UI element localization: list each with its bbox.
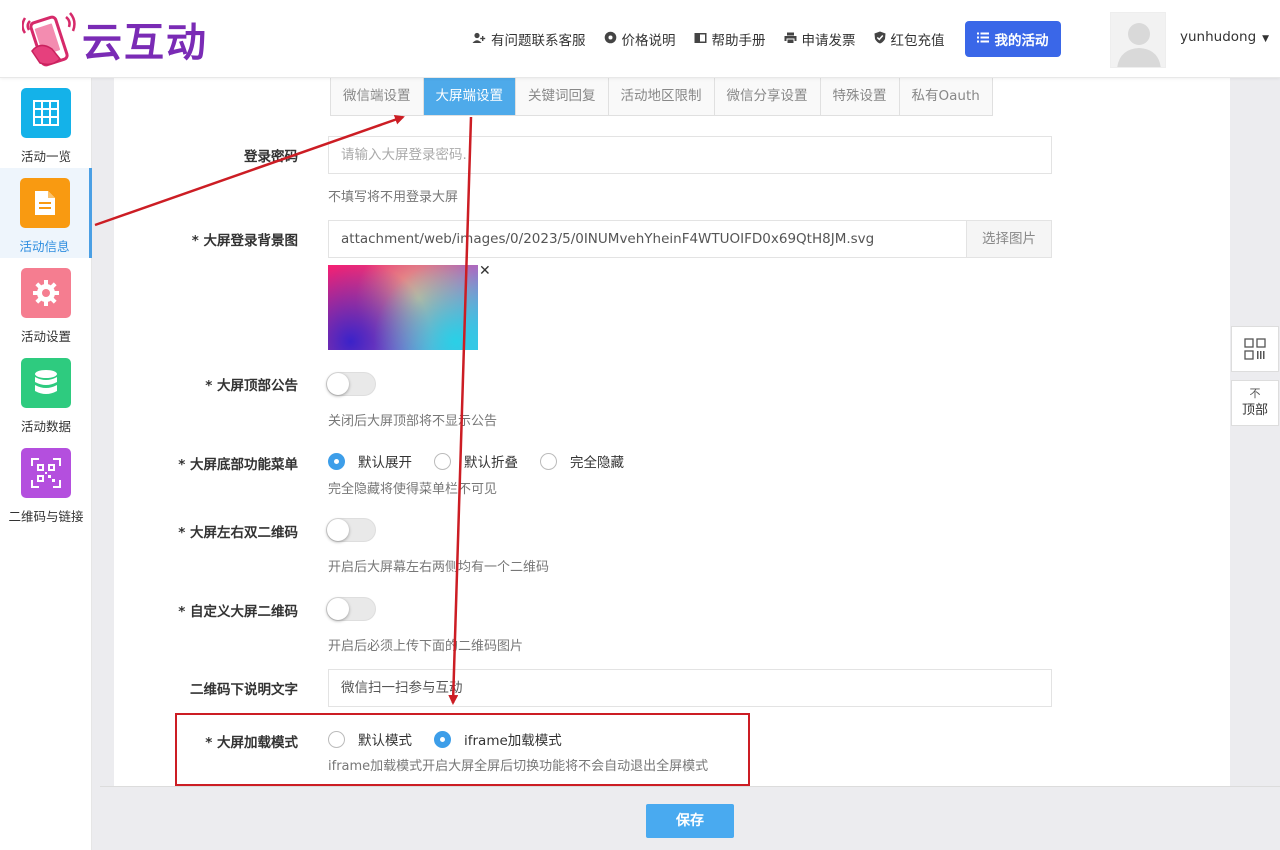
list-icon (976, 31, 989, 47)
sidebar-label-qrcode: 二维码与链接 (8, 509, 84, 524)
nav-help-manual[interactable]: 帮助手册 (694, 29, 766, 49)
switch-knob (327, 598, 349, 620)
back-to-top-button[interactable]: 不 顶部 (1231, 380, 1279, 426)
nav-contact-support[interactable]: 有问题联系客服 (472, 29, 586, 49)
username-label: yunhudong (1180, 29, 1257, 45)
top-notice-label: * 大屏顶部公告 (205, 378, 298, 394)
database-icon (21, 358, 71, 408)
my-activity-label: 我的活动 (994, 33, 1049, 49)
login-password-label: 登录密码 (244, 149, 298, 165)
login-bg-thumbnail (328, 265, 478, 350)
bottom-menu-radio-group: 默认展开 默认折叠 完全隐藏 (328, 451, 646, 471)
my-activity-button[interactable]: 我的活动 (964, 21, 1061, 57)
phone-hand-logo-icon (21, 11, 78, 67)
default-avatar-icon (1117, 23, 1161, 67)
nav-invoice-label: 申请发票 (801, 33, 856, 49)
login-bg-label: * 大屏登录背景图 (191, 233, 298, 249)
radio-circle (328, 452, 345, 470)
tab-wechat-share[interactable]: 微信分享设置 (715, 78, 821, 115)
tab-keyword-reply[interactable]: 关键词回复 (516, 78, 609, 115)
up-arrow-icon: 不 (1249, 387, 1261, 400)
tab-special-settings[interactable]: 特殊设置 (821, 78, 900, 115)
radio-default-expand-label: 默认展开 (358, 455, 412, 471)
printer-icon (784, 32, 797, 47)
back-to-top-label: 顶部 (1241, 403, 1268, 418)
radio-default-collapse[interactable]: 默认折叠 (434, 451, 518, 471)
avatar[interactable] (1110, 12, 1166, 68)
sidebar-label-settings: 活动设置 (20, 329, 71, 344)
settings-panel: 微信端设置 大屏端设置 关键词回复 活动地区限制 微信分享设置 特殊设置 私有O… (114, 78, 1230, 790)
choose-image-button[interactable]: 选择图片 (966, 220, 1052, 258)
radio-circle (434, 452, 451, 470)
sidebar-item-activity-info[interactable]: 活动信息 (0, 168, 92, 258)
nav-help-label: 帮助手册 (711, 33, 766, 49)
top-notice-switch[interactable] (326, 372, 376, 396)
qrcode-float-button[interactable] (1231, 326, 1279, 372)
radio-fully-hidden-label: 完全隐藏 (570, 455, 624, 471)
sidebar-item-activity-overview[interactable]: 活动一览 (0, 78, 92, 168)
tab-region-limit[interactable]: 活动地区限制 (609, 78, 715, 115)
gear-icon (604, 31, 617, 47)
gear-icon (21, 268, 71, 318)
bottom-menu-help: 完全隐藏将使得菜单栏不可见 (328, 482, 498, 497)
qrcode-icon (21, 448, 71, 498)
radio-default-collapse-label: 默认折叠 (464, 455, 518, 471)
bottom-menu-label: * 大屏底部功能菜单 (178, 457, 298, 473)
custom-qrcode-help: 开启后必须上传下面的二维码图片 (328, 639, 524, 654)
logo[interactable]: 云互动 (21, 10, 232, 68)
caret-down-icon: ▼ (1262, 34, 1270, 44)
user-menu[interactable]: yunhudong ▼ (1180, 29, 1269, 45)
shield-check-icon (874, 31, 886, 47)
tab-private-oauth[interactable]: 私有Oauth (900, 78, 992, 115)
custom-qrcode-label: * 自定义大屏二维码 (178, 604, 298, 620)
radio-circle (540, 452, 557, 470)
grid-icon (21, 88, 71, 138)
close-icon[interactable]: ✕ (479, 264, 491, 278)
login-password-placeholder: 请输入大屏登录密码. (341, 147, 467, 163)
tab-bigscreen-settings[interactable]: 大屏端设置 (423, 78, 516, 115)
switch-knob (327, 519, 349, 541)
user-plus-icon (472, 32, 486, 47)
nav-pricing-label: 价格说明 (621, 33, 676, 49)
nav-contact-label: 有问题联系客服 (491, 33, 586, 49)
qrcode-icon (1244, 338, 1266, 360)
sidebar-item-activity-settings[interactable]: 活动设置 (0, 258, 92, 348)
qrcode-caption-input[interactable]: 微信扫一扫参与互动 (328, 669, 1052, 707)
login-bg-path-input[interactable]: attachment/web/images/0/2023/5/0INUMvehY… (328, 220, 968, 258)
top-header: 云互动 有问题联系客服 价格说明 帮助手册 申请发票 红包充值 我的活动 yun… (0, 0, 1280, 78)
nav-invoice[interactable]: 申请发票 (784, 29, 856, 49)
tab-wechat-settings[interactable]: 微信端设置 (331, 78, 424, 115)
qrcode-caption-label: 二维码下说明文字 (190, 682, 298, 698)
nav-pricing[interactable]: 价格说明 (604, 29, 676, 49)
nav-recharge-label: 红包充值 (890, 33, 945, 49)
sidebar-item-activity-data[interactable]: 活动数据 (0, 348, 92, 438)
nav-redpacket-recharge[interactable]: 红包充值 (874, 29, 945, 49)
dual-qrcode-label: * 大屏左右双二维码 (178, 525, 298, 541)
top-notice-help: 关闭后大屏顶部将不显示公告 (328, 414, 498, 429)
sidebar-label-overview: 活动一览 (20, 149, 71, 164)
login-password-help: 不填写将不用登录大屏 (328, 190, 459, 205)
dual-qrcode-help: 开启后大屏幕左右两侧均有一个二维码 (328, 560, 550, 575)
top-nav: 有问题联系客服 价格说明 帮助手册 申请发票 红包充值 我的活动 (472, 21, 1061, 57)
custom-qrcode-switch[interactable] (326, 597, 376, 621)
login-password-input[interactable]: 请输入大屏登录密码. (328, 136, 1052, 174)
book-icon (694, 32, 707, 47)
annotation-highlight-box (175, 713, 750, 786)
radio-default-expand[interactable]: 默认展开 (328, 451, 412, 471)
sidebar-label-data: 活动数据 (20, 419, 71, 434)
sidebar: 活动一览 活动信息 活动设置 活动数据 二维码与链接 (0, 78, 92, 850)
footer-bar: 保存 (100, 786, 1280, 850)
switch-knob (327, 373, 349, 395)
dual-qrcode-switch[interactable] (326, 518, 376, 542)
settings-tabs: 微信端设置 大屏端设置 关键词回复 活动地区限制 微信分享设置 特殊设置 私有O… (330, 78, 993, 116)
sidebar-item-qrcode-links[interactable]: 二维码与链接 (0, 438, 92, 528)
document-icon (19, 178, 70, 228)
radio-fully-hidden[interactable]: 完全隐藏 (540, 451, 624, 471)
logo-text: 云互动 (82, 19, 208, 66)
save-button[interactable]: 保存 (646, 804, 734, 838)
sidebar-label-info: 活动信息 (19, 239, 70, 254)
